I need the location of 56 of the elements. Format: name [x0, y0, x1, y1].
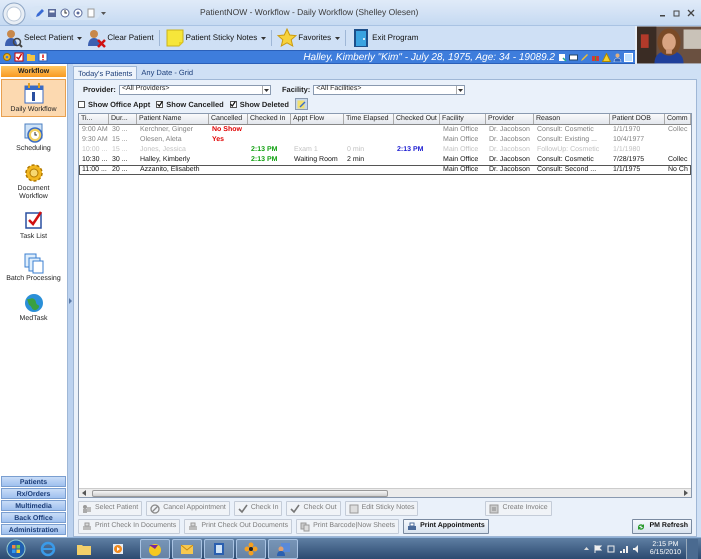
toolbar-button[interactable]: Favorites	[276, 27, 332, 49]
document-icon[interactable]	[211, 540, 227, 556]
toolbar-button[interactable]: Patient Sticky Notes	[164, 27, 258, 49]
signal-icon[interactable]	[620, 544, 628, 552]
cancel-icon	[150, 504, 160, 514]
patient-banner-text: Halley, Kimberly "Kim" - July 28, 1975, Age: 34 - 19089.2	[303, 50, 555, 64]
check-icon	[230, 101, 236, 108]
printer-icon	[82, 522, 92, 532]
close-icon[interactable]	[687, 8, 695, 16]
checkbox-icon[interactable]	[14, 52, 24, 62]
scroll-left-icon[interactable]	[82, 490, 86, 496]
speaker-icon[interactable]	[632, 544, 641, 552]
person-window-icon[interactable]	[275, 540, 291, 556]
clock-icon[interactable]	[60, 8, 70, 18]
document-icon[interactable]	[86, 8, 96, 18]
note-icon	[348, 504, 359, 514]
filter-apply-button[interactable]	[294, 98, 308, 110]
pages-icon	[300, 522, 310, 532]
start-orb[interactable]	[6, 538, 26, 558]
pages-icon	[22, 251, 46, 275]
folder-icon[interactable]	[26, 52, 36, 62]
window-title: PatientNOW - Workflow - Daily Workflow (Shelley Olesen)	[200, 6, 418, 19]
calendar-icon	[22, 82, 46, 106]
help-icon[interactable]	[73, 8, 83, 18]
person-icon[interactable]	[613, 52, 622, 62]
page-icon[interactable]	[558, 52, 567, 62]
toolbar-button[interactable]: Select Patient	[2, 27, 74, 49]
person-remove-icon	[86, 28, 106, 48]
toolbar-button[interactable]: Clear Patient	[85, 27, 155, 49]
globe-icon[interactable]	[40, 540, 56, 556]
note-edit-icon	[296, 100, 306, 109]
window-icon[interactable]	[624, 52, 633, 62]
show-hidden-icon[interactable]	[584, 546, 589, 551]
flower-icon[interactable]	[243, 540, 259, 556]
flag-icon[interactable]	[594, 544, 602, 552]
gear-icon[interactable]	[2, 52, 12, 62]
horizontal-scrollbar[interactable]	[79, 488, 691, 497]
check-icon	[238, 504, 248, 514]
refresh-icon	[636, 522, 646, 532]
sticky-note-icon	[164, 28, 185, 48]
printer-icon	[407, 522, 418, 532]
alert-icon[interactable]	[38, 52, 48, 62]
star-icon	[277, 28, 298, 48]
restore-icon[interactable]	[673, 8, 681, 16]
clock-icon	[22, 121, 46, 145]
invoice-icon	[489, 504, 500, 514]
printer-icon	[188, 522, 198, 532]
check-icon	[290, 504, 300, 514]
pencil-icon[interactable]	[34, 8, 44, 18]
scroll-right-icon[interactable]	[684, 490, 688, 496]
toolbar-button[interactable]: Exit Program	[350, 27, 420, 49]
warning-icon[interactable]	[602, 52, 611, 62]
person-icon	[82, 504, 92, 514]
check-icon	[156, 101, 163, 108]
card-icon[interactable]	[569, 52, 578, 62]
person-search-icon	[3, 28, 23, 48]
